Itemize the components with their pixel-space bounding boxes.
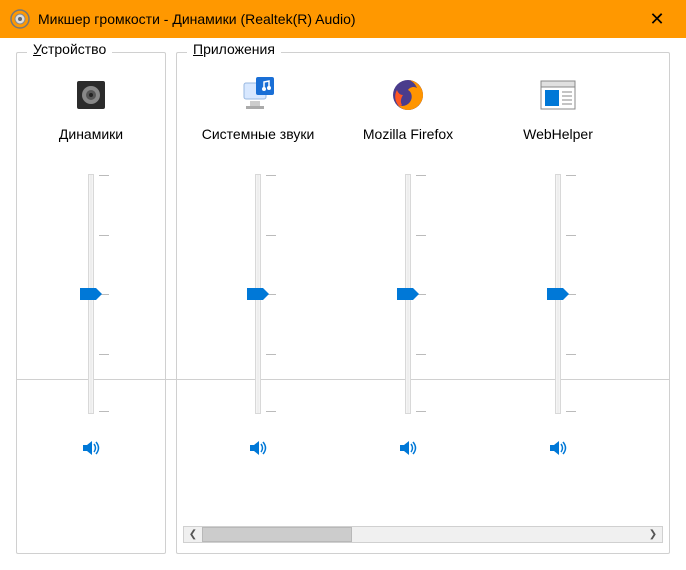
webhelper-icon[interactable]: [538, 75, 578, 115]
titlebar: Микшер громкости - Динамики (Realtek(R) …: [0, 0, 686, 38]
scroll-right-button[interactable]: ❯: [644, 527, 662, 542]
firefox-icon[interactable]: [388, 75, 428, 115]
horizontal-scrollbar[interactable]: ❮ ❯: [183, 526, 663, 543]
volume-slider[interactable]: [71, 169, 111, 419]
mute-button[interactable]: [543, 433, 573, 463]
volume-slider[interactable]: [538, 169, 578, 419]
scrollbar-track[interactable]: [202, 527, 644, 542]
device-group-label: Устройство: [27, 41, 112, 57]
system-sounds-icon[interactable]: [238, 75, 278, 115]
speaker-device-icon[interactable]: [71, 75, 111, 115]
scrollbar-thumb[interactable]: [202, 527, 352, 542]
channel-webhelper: WebHelper: [483, 61, 633, 520]
applications-group: Приложения Системные звуки: [176, 52, 670, 554]
volume-slider[interactable]: [238, 169, 278, 419]
volume-slider[interactable]: [388, 169, 428, 419]
mute-button[interactable]: [76, 433, 106, 463]
channel-label: Системные звуки: [202, 125, 315, 165]
applications-group-label: Приложения: [187, 41, 281, 57]
volume-mixer-icon: [10, 9, 30, 29]
channel-label: WebHelper: [523, 125, 593, 165]
mute-button[interactable]: [243, 433, 273, 463]
channel-device: Динамики: [23, 61, 159, 543]
device-group: Устройство Динамики: [16, 52, 166, 554]
channel-firefox: Mozilla Firefox: [333, 61, 483, 520]
channel-label: Mozilla Firefox: [363, 125, 453, 165]
app-channels: Системные звуки Mozilla Firefox: [183, 61, 663, 520]
window-title: Микшер громкости - Динамики (Realtek(R) …: [38, 11, 638, 27]
channel-label: Динамики: [59, 125, 123, 165]
close-button[interactable]: ✕: [638, 0, 676, 38]
client-area: Устройство Динамики: [0, 38, 686, 570]
scroll-left-button[interactable]: ❮: [184, 527, 202, 542]
mute-button[interactable]: [393, 433, 423, 463]
channel-system-sounds: Системные звуки: [183, 61, 333, 520]
